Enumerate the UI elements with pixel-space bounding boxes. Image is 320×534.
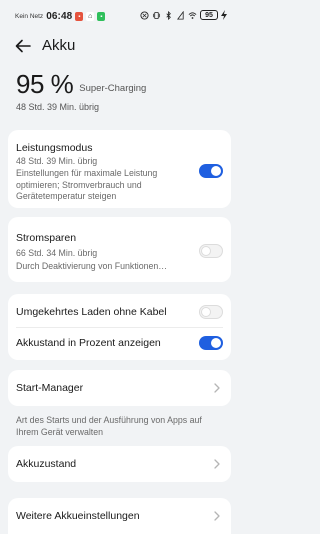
performance-mode-title: Leistungsmodus bbox=[16, 142, 93, 154]
divider bbox=[16, 327, 223, 328]
more-battery-settings-title: Weitere Akkueinstellungen bbox=[16, 510, 140, 522]
wifi-icon bbox=[188, 11, 197, 19]
power-saving-card[interactable]: Stromsparen 66 Std. 34 Min. übrig Durch … bbox=[8, 217, 231, 282]
clock: 06:48 bbox=[46, 11, 73, 22]
app-bar: Akku bbox=[0, 35, 239, 57]
chevron-right-icon bbox=[214, 459, 220, 469]
start-manager-caption: Art des Starts und der Ausführung von Ap… bbox=[16, 415, 202, 437]
charging-bolt-icon bbox=[221, 10, 227, 20]
notification-bell-icon: ⌂ bbox=[86, 12, 95, 21]
performance-mode-remaining: 48 Std. 39 Min. übrig bbox=[16, 156, 98, 166]
reverse-wireless-toggle[interactable] bbox=[199, 305, 223, 319]
remaining-time: 48 Std. 39 Min. übrig bbox=[16, 102, 100, 112]
charging-status: Super-Charging bbox=[79, 83, 147, 94]
battery-health-title: Akkuzustand bbox=[16, 458, 77, 470]
notification-message-icon: ▪ bbox=[97, 12, 106, 21]
chevron-right-icon bbox=[214, 511, 220, 521]
notification-app-icon: ▪ bbox=[75, 12, 84, 21]
network-status: Kein Netz bbox=[15, 13, 44, 20]
power-saving-toggle[interactable] bbox=[199, 244, 223, 258]
page-title: Akku bbox=[42, 37, 76, 54]
start-manager-row[interactable]: Start-Manager bbox=[8, 370, 231, 406]
more-battery-settings-row[interactable]: Weitere Akkueinstellungen bbox=[8, 498, 231, 534]
battery-indicator: 95 bbox=[200, 10, 218, 20]
power-saving-description: Durch Deaktivierung von Funktionen… bbox=[16, 261, 168, 271]
power-saving-title: Stromsparen bbox=[16, 232, 77, 244]
nfc-icon bbox=[140, 10, 149, 20]
performance-mode-description: Einstellungen für maximale Leistung opti… bbox=[16, 168, 158, 201]
no-sim-icon bbox=[176, 10, 184, 20]
start-manager-title: Start-Manager bbox=[16, 382, 84, 394]
show-percent-label: Akkustand in Prozent anzeigen bbox=[16, 337, 161, 349]
vibrate-icon bbox=[152, 11, 161, 19]
performance-mode-card[interactable]: Leistungsmodus 48 Std. 39 Min. übrig Ein… bbox=[8, 130, 231, 208]
power-saving-remaining: 66 Std. 34 Min. übrig bbox=[16, 248, 98, 258]
back-arrow-icon[interactable] bbox=[14, 37, 32, 55]
bluetooth-icon bbox=[166, 10, 171, 20]
show-percent-toggle[interactable] bbox=[199, 336, 223, 350]
status-bar: Kein Netz 06:48 ▪ ⌂ ▪ 95 bbox=[0, 0, 239, 30]
reverse-wireless-label: Umgekehrtes Laden ohne Kabel bbox=[16, 306, 167, 318]
battery-percentage: 95 % bbox=[16, 69, 74, 99]
chevron-right-icon bbox=[214, 383, 220, 393]
battery-health-row[interactable]: Akkuzustand bbox=[8, 446, 231, 482]
battery-summary: 95 % Super-Charging 48 Std. 39 Min. übri… bbox=[16, 70, 226, 112]
charging-options-card: Umgekehrtes Laden ohne Kabel Akkustand i… bbox=[8, 294, 231, 360]
performance-mode-toggle[interactable] bbox=[199, 164, 223, 178]
